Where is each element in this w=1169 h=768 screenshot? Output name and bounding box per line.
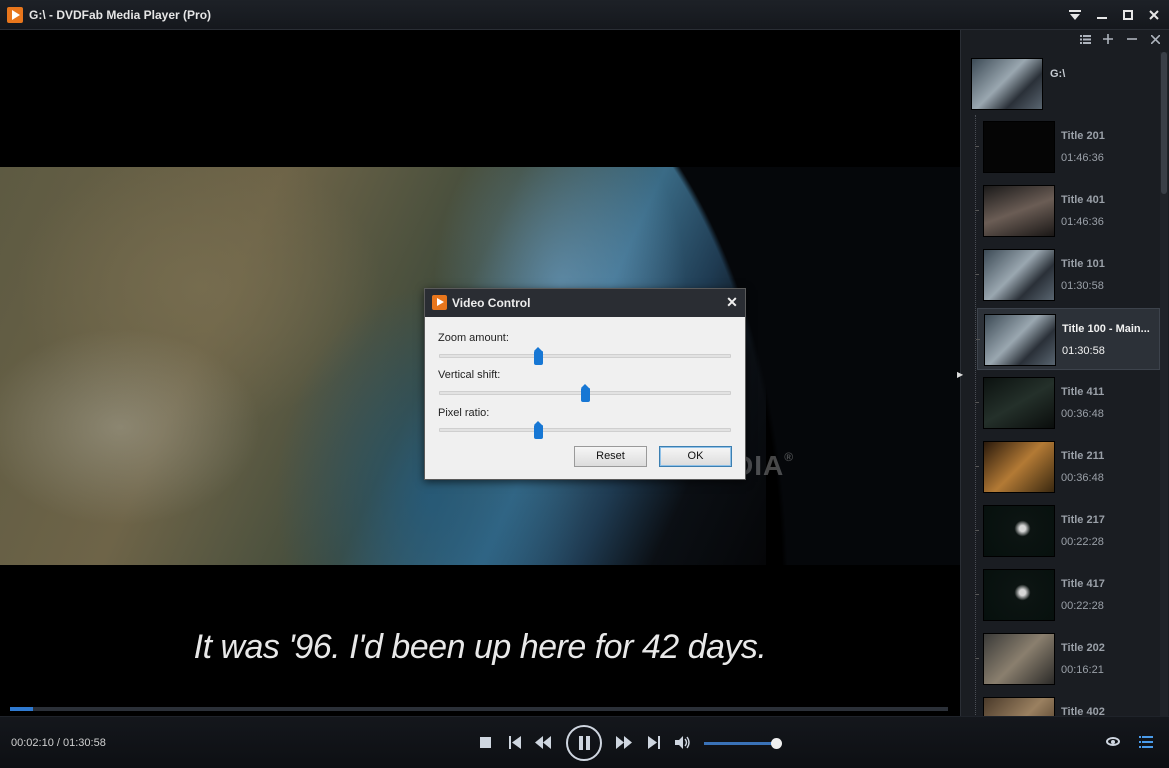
seek-bar-fill	[10, 707, 33, 711]
title-thumbnail	[983, 185, 1055, 237]
tree-connector	[975, 658, 979, 659]
title-name: Title 417	[1061, 578, 1105, 590]
title-list-item[interactable]: Title 411 00:36:48	[975, 372, 1160, 434]
menu-dropdown-icon[interactable]	[1064, 5, 1086, 25]
title-thumbnail	[983, 697, 1055, 716]
title-duration: 01:30:58	[1062, 345, 1105, 357]
title-name: Title 201	[1061, 130, 1105, 142]
title-duration: 01:30:58	[1061, 280, 1104, 292]
title-name: Title 402	[1061, 706, 1105, 716]
pause-button[interactable]	[566, 725, 602, 761]
title-list: Title 201 01:46:36 Title 401 01:46:36 Title …	[961, 30, 1160, 716]
title-thumbnail	[983, 249, 1055, 301]
window-title: G:\ - DVDFab Media Player (Pro)	[29, 8, 212, 22]
vertical-shift-label: Vertical shift:	[438, 369, 501, 381]
minimize-icon[interactable]	[1091, 5, 1113, 25]
time-display: 00:02:10 / 01:30:58	[11, 737, 106, 749]
app-logo-icon	[7, 7, 23, 23]
title-name: Title 101	[1061, 258, 1105, 270]
title-list-item[interactable]: Title 417 00:22:28	[975, 564, 1160, 626]
tree-connector	[975, 210, 979, 211]
title-duration: 00:22:28	[1061, 600, 1104, 612]
tree-connector	[975, 466, 979, 467]
video-control-dialog: Video Control ✕ Zoom amount: Vertical sh…	[424, 288, 746, 480]
previous-icon[interactable]	[509, 736, 521, 754]
tree-connector	[975, 402, 979, 403]
title-list-item[interactable]: Title 402	[977, 692, 1160, 716]
title-thumbnail	[983, 569, 1055, 621]
pixel-ratio-label: Pixel ratio:	[438, 407, 490, 419]
title-name: Title 100 - Main...	[1062, 323, 1150, 335]
stop-icon[interactable]	[480, 737, 491, 748]
dialog-close-icon[interactable]: ✕	[724, 293, 740, 311]
title-thumbnail	[983, 441, 1055, 493]
title-list-item[interactable]: Title 201 01:46:36	[975, 116, 1160, 178]
playlist-panel: ▶ G:\ Title 201 01:46:36 Title 401 01:46:36…	[957, 30, 1169, 716]
reset-button[interactable]: Reset	[574, 446, 647, 467]
volume-slider-thumb[interactable]	[770, 738, 782, 749]
title-list-item[interactable]: Title 100 - Main... 01:30:58	[976, 308, 1160, 370]
title-name: Title 217	[1061, 514, 1105, 526]
zoom-amount-label: Zoom amount:	[438, 332, 509, 344]
ok-button[interactable]: OK	[659, 446, 732, 467]
dialog-title-bar[interactable]: Video Control ✕	[425, 289, 745, 317]
next-icon[interactable]	[648, 736, 660, 754]
seek-bar[interactable]	[10, 707, 948, 711]
title-list-item[interactable]: Title 202 00:16:21	[975, 628, 1160, 690]
title-duration: 01:46:36	[1061, 216, 1104, 228]
title-duration: 00:36:48	[1061, 472, 1104, 484]
title-duration: 00:22:28	[1061, 536, 1104, 548]
zoom-amount-slider[interactable]	[439, 354, 731, 358]
pixel-ratio-thumb[interactable]	[533, 421, 543, 439]
maximize-icon[interactable]	[1117, 5, 1139, 25]
title-list-item[interactable]: Title 101 01:30:58	[975, 244, 1160, 306]
title-name: Title 401	[1061, 194, 1105, 206]
rewind-icon[interactable]	[535, 736, 551, 754]
zoom-amount-thumb[interactable]	[533, 347, 543, 365]
volume-slider[interactable]	[704, 742, 776, 745]
subtitle-text: It was '96. I'd been up here for 42 days…	[193, 628, 767, 666]
title-duration: 00:36:48	[1061, 408, 1104, 420]
close-icon[interactable]	[1143, 5, 1165, 25]
volume-icon[interactable]	[675, 736, 691, 754]
title-thumbnail	[983, 505, 1055, 557]
title-duration: 00:16:21	[1061, 664, 1104, 676]
playlist-icon[interactable]	[1139, 736, 1153, 748]
title-name: Title 411	[1061, 386, 1105, 398]
tree-connector	[975, 594, 979, 595]
title-thumbnail	[983, 121, 1055, 173]
tree-connector	[975, 530, 979, 531]
title-thumbnail	[983, 633, 1055, 685]
media-player-window: G:\ - DVDFab Media Player (Pro) SOFTPEDI…	[0, 0, 1169, 768]
title-list-item[interactable]: Title 211 00:36:48	[975, 436, 1160, 498]
vertical-shift-thumb[interactable]	[580, 384, 590, 402]
title-name: Title 202	[1061, 642, 1105, 654]
title-list-item[interactable]: Title 217 00:22:28	[975, 500, 1160, 562]
fast-forward-icon[interactable]	[616, 736, 632, 754]
dialog-title: Video Control	[452, 296, 531, 310]
dialog-logo-icon	[432, 295, 447, 310]
title-thumbnail	[984, 314, 1056, 366]
title-bar[interactable]: G:\ - DVDFab Media Player (Pro)	[0, 0, 1169, 30]
title-thumbnail	[983, 377, 1055, 429]
tree-connector	[976, 339, 980, 340]
title-duration: 01:46:36	[1061, 152, 1104, 164]
eye-icon[interactable]	[1106, 737, 1120, 746]
pixel-ratio-slider[interactable]	[439, 428, 731, 432]
tree-connector	[975, 146, 979, 147]
tree-connector	[975, 274, 979, 275]
control-bar: 00:02:10 / 01:30:58	[0, 716, 1169, 768]
title-list-item[interactable]: Title 401 01:46:36	[975, 180, 1160, 242]
title-name: Title 211	[1061, 450, 1105, 462]
playlist-scrollbar[interactable]	[1160, 52, 1168, 716]
playlist-scrollbar-thumb[interactable]	[1161, 52, 1167, 194]
